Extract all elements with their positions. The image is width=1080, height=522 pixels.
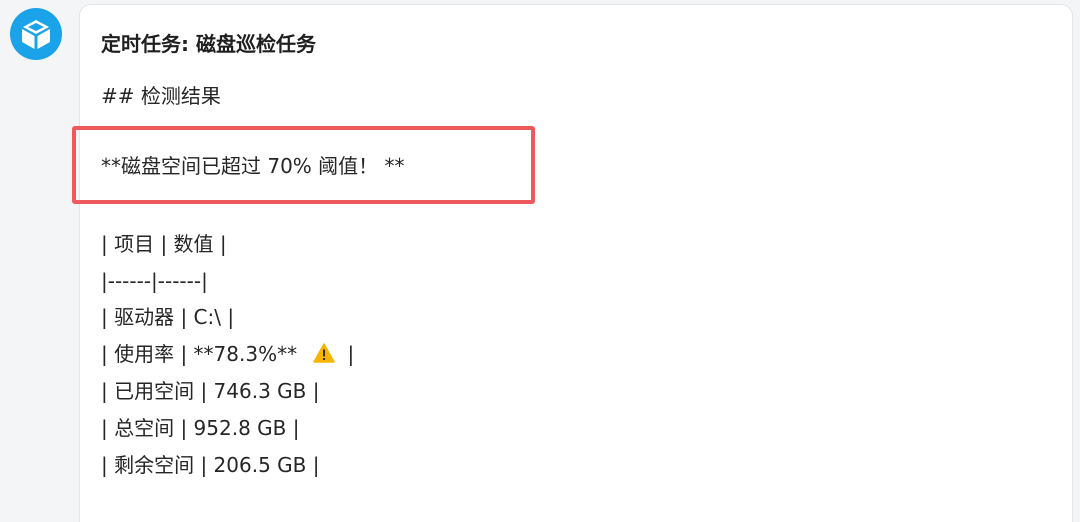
table-row-total: | 总空间 | 952.8 GB | [101, 416, 300, 440]
table-row-usage: | 使用率 | **78.3%** | [101, 342, 354, 366]
table-separator-line: |------|------| [101, 269, 208, 293]
usage-row-tail: | [347, 342, 355, 366]
table-row-used: | 已用空间 | 746.3 GB | [101, 379, 320, 403]
chat-page: 定时任务: 磁盘巡检任务 ## 检测结果 **磁盘空间已超过 70% 阈值！ *… [0, 0, 1080, 522]
warning-icon [313, 343, 336, 363]
alert-text: **磁盘空间已超过 70% 阈值！ ** [101, 154, 405, 178]
table-row-drive: | 驱动器 | C:\ | [101, 305, 235, 329]
cube-icon [10, 8, 62, 60]
usage-row-text: | 使用率 | **78.3%** [101, 342, 304, 366]
message-title: 定时任务: 磁盘巡检任务 [101, 32, 316, 56]
table-row-free: | 剩余空间 | 206.5 GB | [101, 453, 320, 477]
bot-avatar [10, 8, 62, 60]
message-card: 定时任务: 磁盘巡检任务 ## 检测结果 **磁盘空间已超过 70% 阈值！ *… [72, 4, 1073, 522]
table-header-line: | 项目 | 数值 | [101, 232, 227, 256]
result-heading: ## 检测结果 [101, 84, 221, 108]
